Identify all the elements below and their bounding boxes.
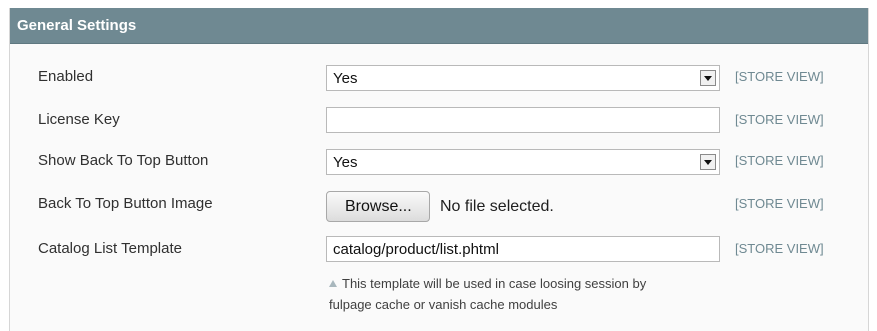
enabled-scope: [STORE VIEW] (735, 69, 824, 84)
catalog-template-input[interactable]: catalog/product/list.phtml (326, 236, 720, 262)
catalog-template-note: This template will be used in case loosi… (329, 273, 646, 315)
settings-panel: General Settings Enabled Yes [STORE VIEW… (9, 8, 869, 331)
license-key-input[interactable] (326, 107, 720, 133)
back-to-top-image-scope: [STORE VIEW] (735, 196, 824, 211)
show-back-to-top-select[interactable]: Yes (326, 149, 720, 175)
catalog-template-label: Catalog List Template (38, 240, 182, 257)
note-line-1: This template will be used in case loosi… (329, 273, 646, 294)
show-back-to-top-label: Show Back To Top Button (38, 152, 209, 169)
chevron-down-icon[interactable] (700, 70, 716, 86)
show-back-to-top-value: Yes (333, 154, 358, 171)
file-status-text: No file selected. (440, 198, 554, 215)
back-to-top-image-label: Back To Top Button Image (38, 195, 213, 212)
enabled-select-value: Yes (333, 70, 358, 87)
note-text-1: This template will be used in case loosi… (342, 276, 647, 291)
chevron-down-icon[interactable] (700, 154, 716, 170)
browse-button-label: Browse... (345, 198, 412, 215)
section-header[interactable]: General Settings (10, 8, 868, 44)
browse-button[interactable]: Browse... (326, 191, 430, 222)
enabled-select[interactable]: Yes (326, 65, 720, 91)
catalog-template-value: catalog/product/list.phtml (333, 241, 499, 258)
license-key-scope: [STORE VIEW] (735, 112, 824, 127)
enabled-label: Enabled (38, 68, 94, 85)
license-key-label: License Key (38, 111, 120, 128)
section-title: General Settings (17, 17, 137, 34)
triangle-up-icon (329, 280, 337, 287)
show-back-to-top-scope: [STORE VIEW] (735, 153, 824, 168)
catalog-template-scope: [STORE VIEW] (735, 241, 824, 256)
note-line-2: fulpage cache or vanish cache modules (329, 297, 558, 312)
